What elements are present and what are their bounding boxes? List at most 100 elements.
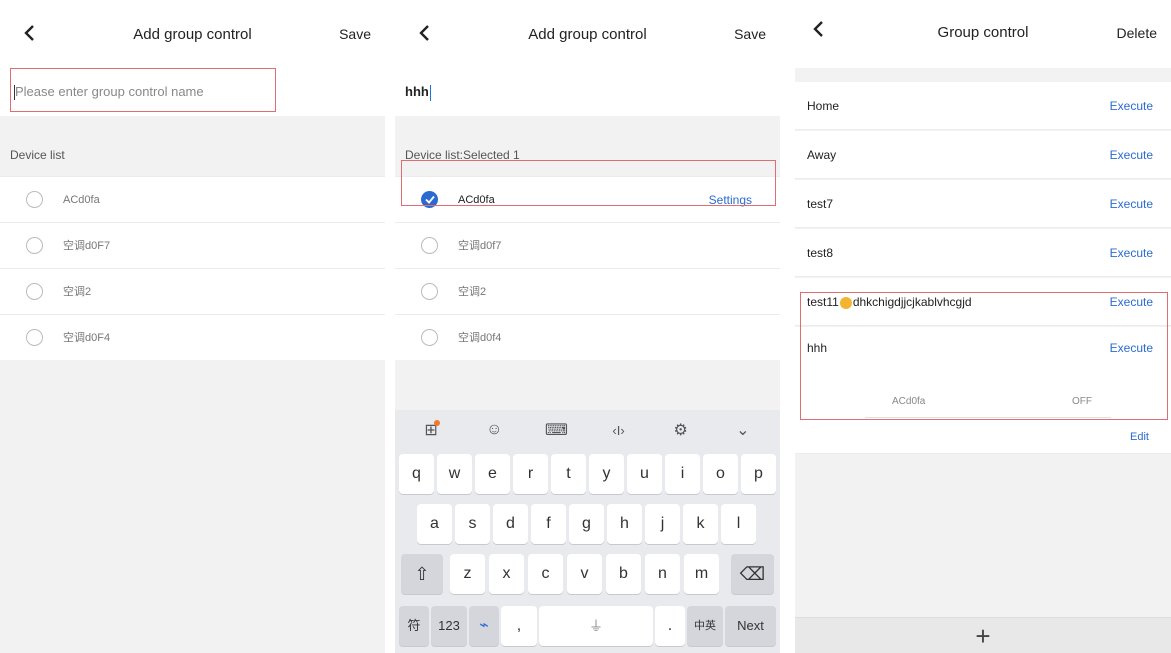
cursor-icon[interactable]: ‹I› <box>604 423 634 438</box>
device-checkbox[interactable] <box>26 329 43 346</box>
key-z[interactable]: z <box>450 554 485 594</box>
keyboard-row-2: asdfghjkl <box>395 504 780 554</box>
key-y[interactable]: y <box>589 454 624 494</box>
shift-key[interactable]: ⇧ <box>401 554 443 594</box>
key-o[interactable]: o <box>703 454 738 494</box>
device-row[interactable]: 空调2 <box>0 268 385 314</box>
gear-icon[interactable]: ⚙ <box>666 420 696 440</box>
group-name: test8 <box>807 246 834 260</box>
device-row[interactable]: 空调2 <box>395 268 780 314</box>
save-button[interactable]: Save <box>734 26 766 42</box>
emoji-icon[interactable]: ☺ <box>479 421 509 439</box>
next-key[interactable]: Next <box>725 606 776 646</box>
execute-button[interactable]: Execute <box>1110 82 1153 130</box>
device-list-header: Device list <box>0 134 385 176</box>
device-checkbox[interactable] <box>421 237 438 254</box>
delete-button[interactable]: Delete <box>1117 25 1157 41</box>
group-row[interactable]: Home Execute <box>795 82 1171 130</box>
key-m[interactable]: m <box>684 554 719 594</box>
period-key[interactable]: . <box>655 606 685 646</box>
group-row[interactable]: test8 Execute <box>795 229 1171 277</box>
device-row[interactable]: 空调d0F4 <box>0 314 385 360</box>
keyboard-icon[interactable]: ⌨ <box>541 420 571 440</box>
key-a[interactable]: a <box>417 504 452 544</box>
device-checkbox[interactable] <box>26 283 43 300</box>
soft-keyboard: ⊞ ☺ ⌨ ‹I› ⚙ ⌄ qwertyuiop asdfghjkl ⇧ ⌫ z… <box>395 410 780 653</box>
key-x[interactable]: x <box>489 554 524 594</box>
group-name: Home <box>807 99 840 113</box>
page-title: Group control <box>937 24 1029 41</box>
execute-button[interactable]: Execute <box>1110 180 1153 228</box>
key-q[interactable]: q <box>399 454 434 494</box>
highlight-box <box>800 292 1168 420</box>
device-name: 空调2 <box>458 286 487 298</box>
device-name: 空调d0f4 <box>458 332 502 344</box>
add-group-screen-typing: Add group control Save hhh Device list:S… <box>395 0 780 653</box>
key-b[interactable]: b <box>606 554 641 594</box>
key-v[interactable]: v <box>567 554 602 594</box>
key-t[interactable]: t <box>551 454 586 494</box>
group-name: test7 <box>807 197 834 211</box>
nav-bar: Add group control Save <box>0 0 385 68</box>
key-l[interactable]: l <box>721 504 756 544</box>
highlight-box <box>401 160 776 206</box>
symbol-key[interactable]: 符 <box>399 606 429 646</box>
device-checkbox[interactable] <box>421 329 438 346</box>
add-group-screen: Add group control Save Please enter grou… <box>0 0 385 653</box>
device-name: 空调d0f7 <box>458 240 502 252</box>
key-i[interactable]: i <box>665 454 700 494</box>
key-u[interactable]: u <box>627 454 662 494</box>
group-name-field[interactable]: hhh <box>395 68 780 116</box>
device-name: 空调d0F4 <box>63 332 111 344</box>
device-list: ACd0fa 空调d0F7 空调2 空调d0F4 <box>0 176 385 360</box>
group-name: Away <box>807 148 837 162</box>
key-p[interactable]: p <box>741 454 776 494</box>
bottom-bar: + <box>795 617 1171 653</box>
device-name: 空调d0F7 <box>63 240 111 252</box>
device-row[interactable]: ACd0fa <box>0 176 385 222</box>
key-e[interactable]: e <box>475 454 510 494</box>
device-checkbox[interactable] <box>421 283 438 300</box>
device-name: ACd0fa <box>63 194 100 206</box>
key-r[interactable]: r <box>513 454 548 494</box>
device-row[interactable]: 空调d0F7 <box>0 222 385 268</box>
group-row[interactable]: Away Execute <box>795 131 1171 179</box>
save-button[interactable]: Save <box>339 26 371 42</box>
device-row[interactable]: 空调d0f7 <box>395 222 780 268</box>
space-key[interactable]: ⏚ <box>539 606 653 646</box>
device-checkbox[interactable] <box>26 191 43 208</box>
key-k[interactable]: k <box>683 504 718 544</box>
key-c[interactable]: c <box>528 554 563 594</box>
device-name: 空调2 <box>63 286 92 298</box>
device-checkbox[interactable] <box>26 237 43 254</box>
nav-bar: Group control Delete <box>795 0 1171 68</box>
execute-button[interactable]: Execute <box>1110 131 1153 179</box>
key-g[interactable]: g <box>569 504 604 544</box>
key-n[interactable]: n <box>645 554 680 594</box>
key-j[interactable]: j <box>645 504 680 544</box>
input-method-key[interactable]: ⌁ <box>469 606 499 646</box>
highlight-box <box>10 68 276 112</box>
language-toggle-key[interactable]: 中英 <box>687 606 723 646</box>
device-row[interactable]: 空调d0f4 <box>395 314 780 360</box>
number-key[interactable]: 123 <box>431 606 467 646</box>
keyboard-toolbar: ⊞ ☺ ⌨ ‹I› ⚙ ⌄ <box>395 410 780 450</box>
page-title: Add group control <box>528 25 647 43</box>
backspace-icon[interactable]: ⌫ <box>731 554 774 594</box>
group-name-input[interactable]: hhh <box>405 84 429 99</box>
page-title: Add group control <box>133 25 252 43</box>
edit-button[interactable]: Edit <box>1130 431 1149 443</box>
group-row[interactable]: test7 Execute <box>795 180 1171 228</box>
key-s[interactable]: s <box>455 504 490 544</box>
grid-icon[interactable]: ⊞ <box>417 420 447 440</box>
key-w[interactable]: w <box>437 454 472 494</box>
comma-key[interactable]: , <box>501 606 537 646</box>
nav-bar: Add group control Save <box>395 0 780 68</box>
key-d[interactable]: d <box>493 504 528 544</box>
key-f[interactable]: f <box>531 504 566 544</box>
group-list: Home Execute Away Execute test7 Execute test8 E… <box>795 82 1171 277</box>
chevron-down-icon[interactable]: ⌄ <box>728 420 758 440</box>
add-group-button[interactable]: + <box>975 621 990 651</box>
execute-button[interactable]: Execute <box>1110 229 1153 277</box>
key-h[interactable]: h <box>607 504 642 544</box>
